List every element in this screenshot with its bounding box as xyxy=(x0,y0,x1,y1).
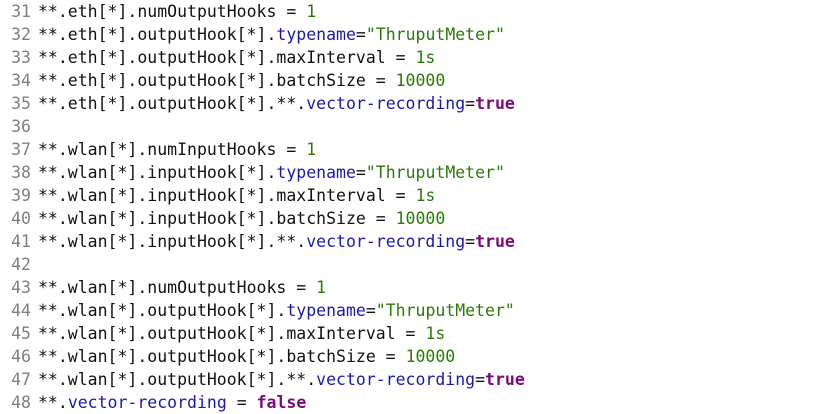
code-text: **.wlan[*].inputHook[*].**.vector-record… xyxy=(38,232,515,251)
code-line[interactable]: 47 **.wlan[*].outputHook[*].**.vector-rec… xyxy=(0,368,820,391)
line-number: 39 xyxy=(11,186,31,205)
code-token: = xyxy=(465,94,476,113)
code-token: **. xyxy=(38,393,68,412)
line-number: 48 xyxy=(11,393,31,412)
code-token: **.wlan[*].outputHook[*].maxInterval = xyxy=(38,324,426,343)
code-line[interactable]: 38 **.wlan[*].inputHook[*].typename="Thru… xyxy=(0,161,820,184)
code-line[interactable]: 46 **.wlan[*].outputHook[*].batchSize = 1… xyxy=(0,345,820,368)
code-token: true xyxy=(485,370,525,389)
code-token: = xyxy=(355,163,366,182)
code-text: **.vector-recording = false xyxy=(38,393,306,412)
code-token: **.wlan[*].outputHook[*].batchSize = xyxy=(38,347,406,366)
code-text: **.wlan[*].inputHook[*].batchSize = 1000… xyxy=(38,209,445,228)
code-text: **.eth[*].numOutputHooks = 1 xyxy=(38,2,316,21)
code-token: **.eth[*].outputHook[*]. xyxy=(38,25,277,44)
code-token: = xyxy=(465,232,476,251)
code-token: true xyxy=(475,94,515,113)
code-token: true xyxy=(475,232,515,251)
code-token: **.wlan[*].numInputHooks = xyxy=(38,140,307,159)
code-token: 1 xyxy=(316,278,327,297)
code-text: **.wlan[*].inputHook[*].maxInterval = 1s xyxy=(38,186,435,205)
code-token: **.eth[*].outputHook[*].maxInterval = xyxy=(38,48,416,67)
line-number: 31 xyxy=(11,2,31,21)
code-line[interactable]: 44 **.wlan[*].outputHook[*].typename="Thr… xyxy=(0,299,820,322)
line-number: 36 xyxy=(11,117,31,136)
code-token: **.eth[*].outputHook[*].**. xyxy=(38,94,307,113)
code-line[interactable]: 36 xyxy=(0,115,820,138)
code-token: 1s xyxy=(415,186,436,205)
code-token: typename xyxy=(286,301,366,320)
line-number: 35 xyxy=(11,94,31,113)
line-number: 38 xyxy=(11,163,31,182)
line-number: 34 xyxy=(11,71,31,90)
line-number: 46 xyxy=(11,347,31,366)
line-number: 37 xyxy=(11,140,31,159)
code-token: 1s xyxy=(425,324,446,343)
code-token: 1 xyxy=(306,2,317,21)
code-text: **.wlan[*].numInputHooks = 1 xyxy=(38,140,316,159)
code-token: **.wlan[*].numOutputHooks = xyxy=(38,278,317,297)
code-line[interactable]: 35 **.eth[*].outputHook[*].**.vector-reco… xyxy=(0,92,820,115)
code-text: **.wlan[*].outputHook[*].**.vector-recor… xyxy=(38,370,525,389)
code-token: false xyxy=(256,393,307,412)
code-token: vector-recording xyxy=(306,94,466,113)
code-token: **.wlan[*].outputHook[*]. xyxy=(38,301,287,320)
code-text: **.wlan[*].outputHook[*].batchSize = 100… xyxy=(38,347,455,366)
line-number: 32 xyxy=(11,25,31,44)
code-token: = xyxy=(355,25,366,44)
code-token: = xyxy=(365,301,376,320)
line-number: 45 xyxy=(11,324,31,343)
code-text: **.eth[*].outputHook[*].**.vector-record… xyxy=(38,94,515,113)
code-line[interactable]: 40 **.wlan[*].inputHook[*].batchSize = 10… xyxy=(0,207,820,230)
code-token: typename xyxy=(276,25,356,44)
code-text: **.wlan[*].outputHook[*].typename="Thrup… xyxy=(38,301,515,320)
code-token: **.wlan[*].inputHook[*]. xyxy=(38,163,277,182)
code-line[interactable]: 31 **.eth[*].numOutputHooks = 1 xyxy=(0,0,820,23)
code-token: **.wlan[*].inputHook[*].batchSize = xyxy=(38,209,396,228)
code-line[interactable]: 37 **.wlan[*].numInputHooks = 1 xyxy=(0,138,820,161)
code-line[interactable]: 48 **.vector-recording = false xyxy=(0,391,820,414)
line-number: 41 xyxy=(11,232,31,251)
code-line[interactable]: 45 **.wlan[*].outputHook[*].maxInterval =… xyxy=(0,322,820,345)
code-token: = xyxy=(475,370,486,389)
code-token: 1 xyxy=(306,140,317,159)
line-number: 44 xyxy=(11,301,31,320)
code-token: "ThruputMeter" xyxy=(375,301,515,320)
code-token: **.eth[*].numOutputHooks = xyxy=(38,2,307,21)
code-token: vector-recording xyxy=(67,393,227,412)
line-number: 42 xyxy=(11,255,31,274)
code-token: typename xyxy=(276,163,356,182)
code-token: **.wlan[*].inputHook[*].**. xyxy=(38,232,307,251)
code-line[interactable]: 33 **.eth[*].outputHook[*].maxInterval = … xyxy=(0,46,820,69)
code-token: **.wlan[*].inputHook[*].maxInterval = xyxy=(38,186,416,205)
code-text: **.wlan[*].outputHook[*].maxInterval = 1… xyxy=(38,324,445,343)
code-token: = xyxy=(226,393,257,412)
code-token: 10000 xyxy=(395,209,446,228)
code-token: vector-recording xyxy=(316,370,476,389)
code-line[interactable]: 43 **.wlan[*].numOutputHooks = 1 xyxy=(0,276,820,299)
code-token: 10000 xyxy=(405,347,456,366)
code-line[interactable]: 34 **.eth[*].outputHook[*].batchSize = 10… xyxy=(0,69,820,92)
code-token: "ThruputMeter" xyxy=(365,25,505,44)
line-number: 43 xyxy=(11,278,31,297)
code-text: **.eth[*].outputHook[*].typename="Thrupu… xyxy=(38,25,505,44)
code-line[interactable]: 32 **.eth[*].outputHook[*].typename="Thru… xyxy=(0,23,820,46)
line-number: 33 xyxy=(11,48,31,67)
code-editor[interactable]: 31 **.eth[*].numOutputHooks = 1 32 **.eth[*… xyxy=(0,0,820,413)
code-token: "ThruputMeter" xyxy=(365,163,505,182)
code-text: **.wlan[*].inputHook[*].typename="Thrupu… xyxy=(38,163,505,182)
code-token: **.eth[*].outputHook[*].batchSize = xyxy=(38,71,396,90)
code-line[interactable]: 39 **.wlan[*].inputHook[*].maxInterval = … xyxy=(0,184,820,207)
code-text: **.eth[*].outputHook[*].batchSize = 1000… xyxy=(38,71,445,90)
code-token: **.wlan[*].outputHook[*].**. xyxy=(38,370,317,389)
code-line[interactable]: 42 xyxy=(0,253,820,276)
code-token: 1s xyxy=(415,48,436,67)
line-number: 40 xyxy=(11,209,31,228)
code-token: vector-recording xyxy=(306,232,466,251)
code-text: **.eth[*].outputHook[*].maxInterval = 1s xyxy=(38,48,435,67)
code-line[interactable]: 41 **.wlan[*].inputHook[*].**.vector-reco… xyxy=(0,230,820,253)
line-number: 47 xyxy=(11,370,31,389)
code-token: 10000 xyxy=(395,71,446,90)
code-text: **.wlan[*].numOutputHooks = 1 xyxy=(38,278,326,297)
